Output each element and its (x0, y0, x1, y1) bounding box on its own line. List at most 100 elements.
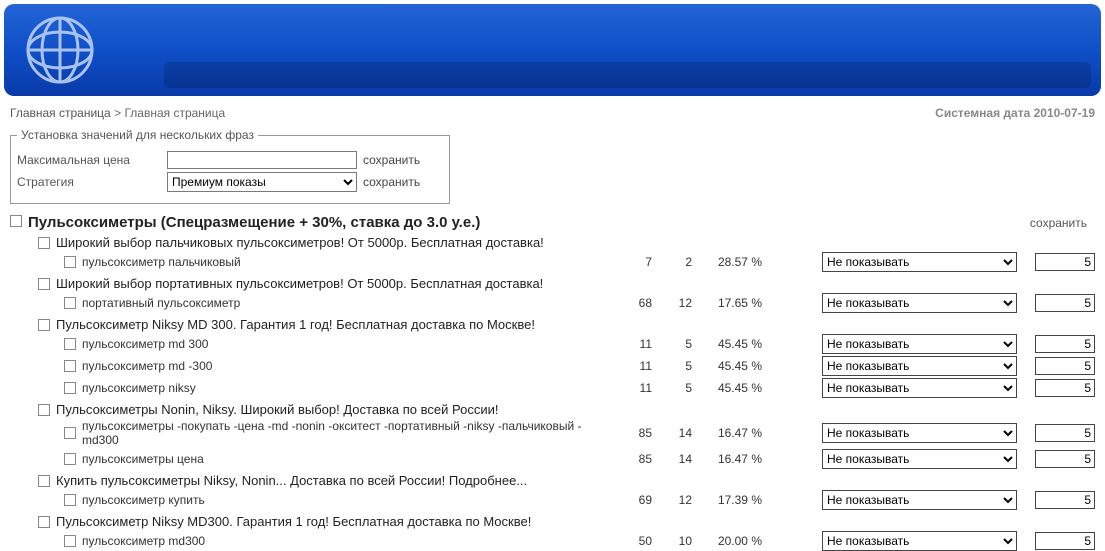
phrase-text: пульсоксиметр md300 (82, 534, 612, 548)
phrase-row: пульсоксиметр купить691217.39 %Не показы… (64, 490, 1095, 510)
phrase-checkbox[interactable] (64, 256, 76, 268)
group-save-button[interactable]: сохранить (1030, 216, 1095, 230)
phrase-strategy-select[interactable]: Не показывать (822, 378, 1017, 398)
phrase-checkbox[interactable] (64, 535, 76, 547)
breadcrumb-sep: > (114, 106, 121, 120)
phrase-stat-clicks: 5 (652, 337, 692, 351)
phrase-row: пульсоксиметры -покупать -цена -md -noni… (64, 419, 1095, 447)
phrase-stat-clicks: 5 (652, 359, 692, 373)
phrase-stat-clicks: 12 (652, 296, 692, 310)
phrase-stat-ctr: 16.47 % (692, 426, 762, 440)
phrase-stat-impressions: 11 (612, 359, 652, 373)
phrase-strategy-select[interactable]: Не показывать (822, 423, 1017, 443)
phrase-stat-clicks: 5 (652, 381, 692, 395)
phrase-row: пульсоксиметр niksy11545.45 %Не показыва… (64, 378, 1095, 398)
ad-block: Широкий выбор портативных пульсоксиметро… (38, 276, 1095, 313)
system-date-value: 2010-07-19 (1034, 106, 1095, 120)
ad-checkbox[interactable] (38, 319, 50, 331)
phrase-text: пульсоксиметр купить (82, 493, 612, 507)
phrase-text: пульсоксиметр md 300 (82, 337, 612, 351)
phrase-checkbox[interactable] (64, 453, 76, 465)
phrase-row: пульсоксиметр пальчиковый7228.57 %Не пок… (64, 252, 1095, 272)
system-date-label: Системная дата (935, 106, 1030, 120)
phrase-stat-impressions: 68 (612, 296, 652, 310)
phrase-text: пульсоксиметры цена (82, 452, 612, 466)
bulk-settings-legend: Установка значений для нескольких фраз (17, 128, 258, 142)
maxprice-save-button[interactable]: сохранить (363, 153, 420, 167)
phrase-checkbox[interactable] (64, 494, 76, 506)
maxprice-input[interactable] (167, 151, 357, 169)
strategy-select[interactable]: Премиум показы (167, 172, 357, 192)
group-title: Пульсоксиметры (Спецразмещение + 30%, ст… (28, 214, 480, 231)
breadcrumb-home[interactable]: Главная страница (10, 106, 111, 120)
globe-icon (24, 14, 96, 86)
phrase-strategy-select[interactable]: Не показывать (822, 449, 1017, 469)
header-bar (4, 4, 1101, 96)
phrase-stat-ctr: 17.65 % (692, 296, 762, 310)
phrase-row: пульсоксиметр md300501020.00 %Не показыв… (64, 531, 1095, 551)
phrase-checkbox[interactable] (64, 297, 76, 309)
phrase-text: пульсоксиметр md -300 (82, 359, 612, 373)
phrase-row: пульсоксиметр md 30011545.45 % Не показыв… (64, 334, 1095, 354)
ad-checkbox[interactable] (38, 516, 50, 528)
phrase-checkbox[interactable] (64, 360, 76, 372)
phrase-checkbox[interactable] (64, 427, 76, 439)
phrase-bid-input[interactable] (1035, 532, 1095, 550)
ad-checkbox[interactable] (38, 237, 50, 249)
maxprice-label: Максимальная цена (17, 153, 167, 167)
group-checkbox[interactable] (10, 215, 22, 227)
phrase-checkbox[interactable] (64, 338, 76, 350)
phrase-bid-input[interactable] (1035, 335, 1095, 353)
ad-block: Купить пульсоксиметры Niksy, Nonin... До… (38, 473, 1095, 510)
ad-block: Пульсоксиметры Nonin, Niksy. Широкий выб… (38, 402, 1095, 469)
phrase-stat-clicks: 14 (652, 426, 692, 440)
ad-title: Широкий выбор пальчиковых пульсоксиметро… (56, 235, 544, 250)
ad-block: Широкий выбор пальчиковых пульсоксиметро… (38, 235, 1095, 272)
phrase-row: пульсоксиметры цена851416.47 %Не показыв… (64, 449, 1095, 469)
phrase-stat-impressions: 11 (612, 337, 652, 351)
phrase-checkbox[interactable] (64, 382, 76, 394)
phrase-stat-impressions: 7 (612, 255, 652, 269)
phrase-bid-input[interactable] (1035, 294, 1095, 312)
phrase-stat-ctr: 45.45 % (692, 337, 762, 351)
phrase-strategy-select[interactable]: Не показывать (822, 531, 1017, 551)
ad-title: Пульсоксиметр Niksy MD 300. Гарантия 1 г… (56, 317, 535, 332)
strategy-save-button[interactable]: сохранить (363, 175, 420, 189)
ad-title: Широкий выбор портативных пульсоксиметро… (56, 276, 543, 291)
phrase-stat-ctr: 45.45 % (692, 381, 762, 395)
phrase-text: пульсоксиметры -покупать -цена -md -noni… (82, 419, 612, 447)
ad-checkbox[interactable] (38, 404, 50, 416)
phrase-bid-input[interactable] (1035, 450, 1095, 468)
system-date: Системная дата 2010-07-19 (935, 106, 1095, 120)
phrase-bid-input[interactable] (1035, 379, 1095, 397)
phrase-stat-ctr: 28.57 % (692, 255, 762, 269)
phrase-stat-ctr: 45.45 % (692, 359, 762, 373)
strategy-label: Стратегия (17, 175, 167, 189)
ad-checkbox[interactable] (38, 278, 50, 290)
phrase-bid-input[interactable] (1035, 253, 1095, 271)
phrase-row: пульсоксиметр md -30011545.45 % Не показы… (64, 356, 1095, 376)
top-line: Главная страница > Главная страница Сист… (0, 100, 1105, 124)
phrase-stat-impressions: 69 (612, 493, 652, 507)
phrase-stat-clicks: 10 (652, 534, 692, 548)
ad-title: Пульсоксиметр Niksy MD300. Гарантия 1 го… (56, 514, 531, 529)
ad-block: Пульсоксиметр Niksy MD300. Гарантия 1 го… (38, 514, 1095, 551)
phrase-text: портативный пульсоксиметр (82, 296, 612, 310)
phrase-stat-impressions: 85 (612, 452, 652, 466)
phrase-bid-input[interactable] (1035, 357, 1095, 375)
phrase-stat-ctr: 17.39 % (692, 493, 762, 507)
phrase-strategy-select[interactable]: Не показывать (822, 356, 1017, 376)
phrase-stat-ctr: 16.47 % (692, 452, 762, 466)
bulk-settings-fieldset: Установка значений для нескольких фраз М… (10, 128, 450, 204)
phrase-strategy-select[interactable]: Не показывать (822, 490, 1017, 510)
phrase-bid-input[interactable] (1035, 424, 1095, 442)
ad-title: Пульсоксиметры Nonin, Niksy. Широкий выб… (56, 402, 498, 417)
breadcrumb: Главная страница > Главная страница (10, 106, 225, 120)
phrase-text: пульсоксиметр niksy (82, 381, 612, 395)
breadcrumb-current: Главная страница (124, 106, 225, 120)
phrase-strategy-select[interactable]: Не показывать (822, 293, 1017, 313)
phrase-strategy-select[interactable]: Не показывать (822, 252, 1017, 272)
phrase-strategy-select[interactable]: Не показывать (822, 334, 1017, 354)
ad-checkbox[interactable] (38, 475, 50, 487)
phrase-bid-input[interactable] (1035, 491, 1095, 509)
